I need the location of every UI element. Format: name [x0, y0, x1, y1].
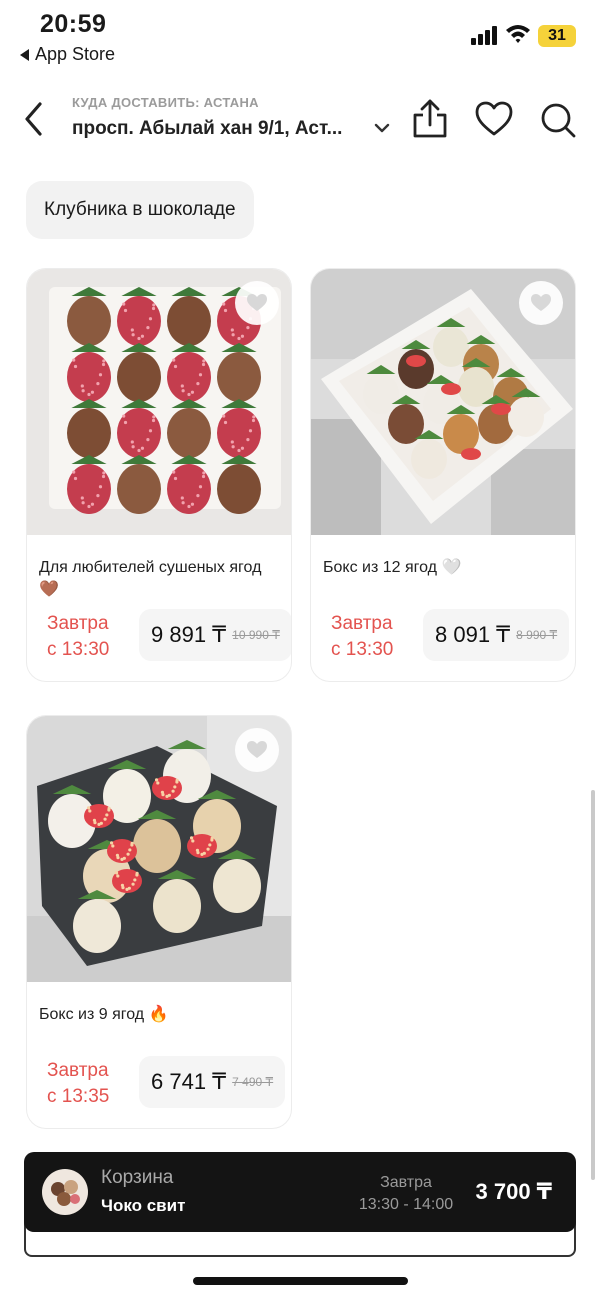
delivery-hour: с 13:30: [331, 639, 394, 660]
price-current: 9 891 ₸: [151, 622, 227, 647]
price-current: 6 741 ₸: [151, 1069, 227, 1094]
search-icon[interactable]: [538, 100, 578, 140]
share-icon[interactable]: [410, 98, 450, 140]
delivery-day: Завтра: [47, 1060, 109, 1081]
product-card[interactable]: Бокс из 9 ягод 🔥 Завтра с 13:35 6 741 ₸ …: [26, 715, 292, 1129]
product-title: Бокс из 9 ягод 🔥: [39, 1006, 169, 1023]
back-triangle-icon: [20, 48, 29, 61]
price-button[interactable]: 8 091 ₸ 8 990 ₸: [423, 609, 570, 661]
delivery-time: Завтра с 13:30: [47, 611, 109, 663]
store-avatar: [42, 1169, 88, 1215]
delivery-hour: с 13:30: [47, 639, 110, 660]
cart-store-name: Чоко свит: [101, 1196, 186, 1215]
category-chip[interactable]: Клубника в шоколаде: [26, 181, 254, 239]
cart-delivery-day: Завтра: [380, 1174, 432, 1191]
price-current: 8 091 ₸: [435, 622, 511, 647]
delivery-time: Завтра с 13:35: [47, 1058, 109, 1110]
delivery-hour: с 13:35: [47, 1086, 110, 1107]
product-title: Для любителей сушеных ягод 🤎: [39, 559, 262, 598]
delivery-city-caption: КУДА ДОСТАВИТЬ: АСТАНА: [72, 95, 259, 110]
price-old: 8 990 ₸: [516, 628, 558, 642]
home-indicator[interactable]: [193, 1277, 408, 1285]
delivery-day: Завтра: [47, 613, 109, 634]
status-time: 20:59: [40, 10, 107, 38]
cart-delivery-window: Завтра 13:30 - 14:00: [346, 1172, 466, 1216]
cart-delivery-hours: 13:30 - 14:00: [358, 1196, 454, 1213]
price-old: 10 990 ₸: [232, 628, 280, 642]
chevron-down-icon[interactable]: [372, 118, 392, 138]
cart-label: Корзина: [101, 1167, 174, 1188]
price-button[interactable]: 9 891 ₸ 10 990 ₸: [139, 609, 291, 661]
delivery-day: Завтра: [331, 613, 393, 634]
price-button[interactable]: 6 741 ₸ 7 490 ₸: [139, 1056, 286, 1108]
back-app-label: App Store: [35, 44, 116, 64]
back-to-app-store[interactable]: App Store: [20, 44, 115, 65]
price-old: 7 490 ₸: [232, 1075, 274, 1089]
wifi-icon: [506, 25, 530, 43]
favorite-heart-icon[interactable]: [235, 281, 279, 325]
product-card[interactable]: Бокс из 12 ягод 🤍 Завтра с 13:30 8 091 ₸…: [310, 268, 576, 682]
delivery-address[interactable]: просп. Абылай хан 9/1, Аст...: [72, 118, 362, 140]
scrollbar[interactable]: [591, 790, 595, 1180]
cart-bar[interactable]: Корзина Чоко свит Завтра 13:30 - 14:00 3…: [24, 1152, 576, 1232]
back-arrow-icon[interactable]: [20, 100, 50, 138]
product-card[interactable]: Для любителей сушеных ягод 🤎 Завтра с 13…: [26, 268, 292, 682]
favorite-heart-icon[interactable]: [235, 728, 279, 772]
delivery-time: Завтра с 13:30: [331, 611, 393, 663]
favorite-heart-icon[interactable]: [519, 281, 563, 325]
cart-total: 3 700 ₸: [475, 1179, 552, 1204]
heart-icon[interactable]: [474, 100, 514, 138]
battery-indicator: 31: [538, 25, 576, 47]
product-title: Бокс из 12 ягод 🤍: [323, 559, 462, 576]
cellular-signal-icon: [471, 26, 498, 45]
